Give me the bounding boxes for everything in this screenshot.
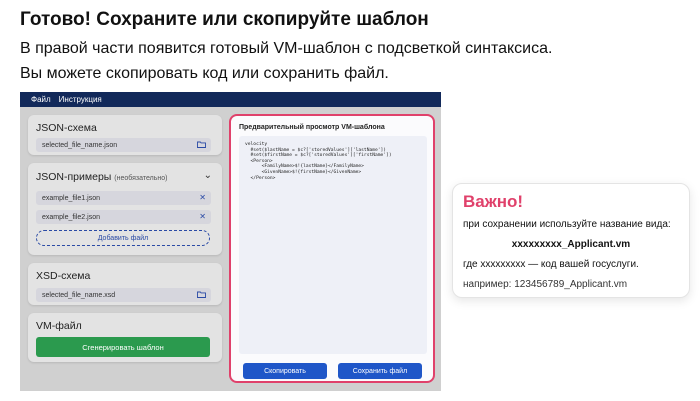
json-examples-title: JSON-примеры (необязательно)	[36, 171, 167, 183]
close-icon[interactable]: ✕	[199, 194, 206, 202]
vm-file-card: VM-файл Сгенерировать шаблон	[28, 313, 222, 362]
xsd-schema-title: XSD-схема	[36, 270, 91, 282]
example-file-1: example_file1.json ✕	[36, 191, 211, 205]
code-editor[interactable]: velocity #set($lastName = $c?['storedVal…	[239, 136, 427, 354]
folder-icon[interactable]	[197, 141, 206, 150]
close-icon[interactable]: ✕	[199, 213, 206, 221]
vm-file-title: VM-файл	[36, 320, 82, 332]
description-line-1: В правой части появится готовый VM-шабло…	[20, 40, 553, 57]
save-file-button[interactable]: Сохранить файл	[338, 363, 422, 379]
menubar: Файл Инструкция	[20, 92, 441, 107]
callout-example: например: 123456789_Applicant.vm	[463, 279, 628, 290]
json-examples-card: JSON-примеры (необязательно) ⌄ example_f…	[28, 163, 222, 255]
description-line-2: Вы можете скопировать код или сохранить …	[20, 65, 389, 82]
copy-button[interactable]: Скопировать	[243, 363, 327, 379]
callout-line-1: при сохранении используйте название вида…	[463, 219, 671, 230]
example-file-2-name: example_file2.json	[42, 213, 100, 221]
preview-title: Предварительный просмотр VM-шаблона	[239, 124, 385, 131]
callout-title: Важно!	[463, 192, 524, 211]
example-file-2: example_file2.json ✕	[36, 210, 211, 224]
chevron-down-icon[interactable]: ⌄	[204, 170, 212, 181]
json-schema-file-name: selected_file_name.json	[42, 141, 118, 149]
menu-item-instructions[interactable]: Инструкция	[59, 95, 102, 104]
menu-item-file[interactable]: Файл	[31, 95, 51, 104]
folder-icon[interactable]	[197, 291, 206, 300]
slide: Готово! Сохраните или скопируйте шаблон …	[0, 0, 700, 401]
code-line: </Person>	[245, 175, 276, 181]
generate-template-button[interactable]: Сгенерировать шаблон	[36, 337, 210, 357]
page-title: Готово! Сохраните или скопируйте шаблон	[20, 9, 429, 30]
template-preview-panel: Предварительный просмотр VM-шаблона velo…	[229, 114, 435, 383]
callout-filename: xxxxxxxxx_Applicant.vm	[511, 239, 631, 250]
app-screenshot: Файл Инструкция JSON-схема selected_file…	[20, 92, 441, 391]
xsd-schema-file-name: selected_file_name.xsd	[42, 291, 116, 299]
important-callout: Важно! при сохранении используйте назван…	[452, 183, 690, 298]
json-schema-card: JSON-схема selected_file_name.json	[28, 115, 222, 155]
xsd-schema-file-field[interactable]: selected_file_name.xsd	[36, 288, 211, 302]
json-schema-title: JSON-схема	[36, 122, 97, 134]
callout-line-3: где xxxxxxxxx — код вашей госуслуги.	[463, 259, 639, 270]
xsd-schema-card: XSD-схема selected_file_name.xsd	[28, 263, 222, 305]
json-schema-file-field[interactable]: selected_file_name.json	[36, 138, 211, 152]
example-file-1-name: example_file1.json	[42, 194, 100, 202]
json-examples-title-text: JSON-примеры	[36, 171, 112, 183]
add-file-button[interactable]: Добавить файл	[36, 230, 210, 246]
optional-label: (необязательно)	[114, 175, 168, 182]
